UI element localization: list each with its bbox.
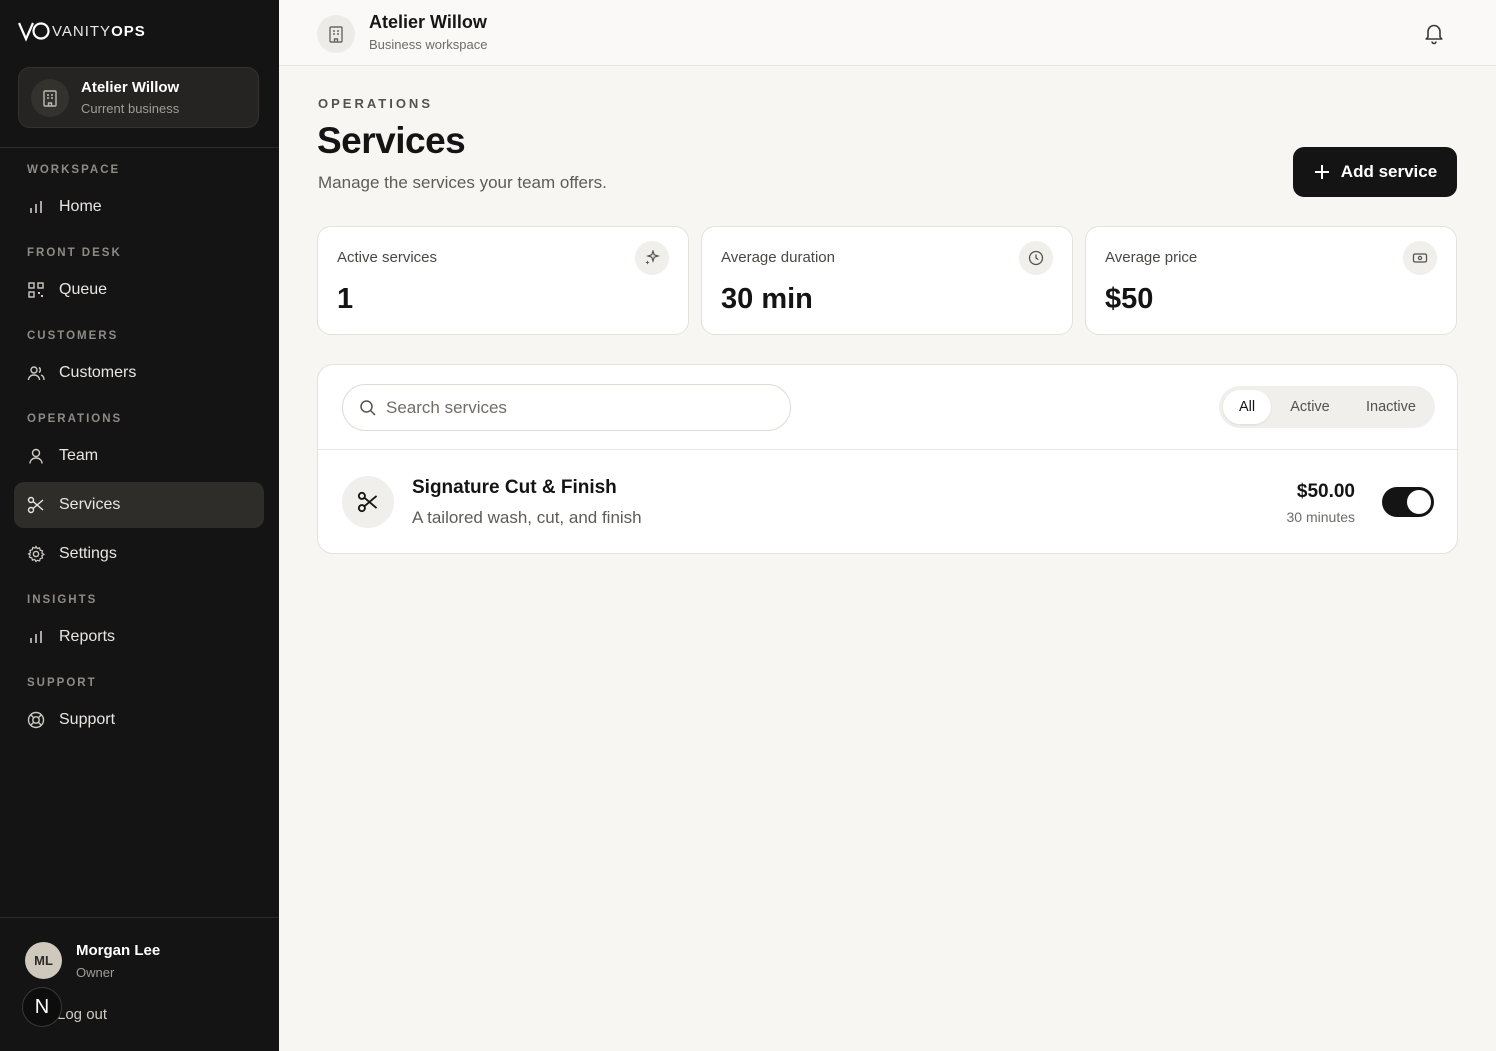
sparkle-icon: [635, 241, 669, 275]
business-subtitle: Current business: [81, 101, 180, 116]
sidebar-divider: [0, 147, 279, 148]
stat-card-average-price: Average price $50: [1085, 226, 1457, 335]
bar-chart-icon: [30, 631, 42, 643]
user-icon: [29, 448, 43, 464]
sidebar-item-label: Settings: [59, 545, 117, 562]
stat-card-average-duration: Average duration 30 min: [701, 226, 1073, 335]
business-name: Atelier Willow: [81, 79, 180, 96]
avatar: ML: [25, 942, 62, 979]
section-label-customers: CUSTOMERS: [27, 330, 119, 342]
section-label-operations: OPERATIONS: [27, 413, 123, 425]
search-field[interactable]: [342, 384, 791, 431]
sidebar-item-label: Home: [59, 198, 102, 215]
sidebar-item-queue[interactable]: Queue: [14, 267, 264, 313]
scissors-icon: [27, 496, 44, 514]
building-icon: [317, 15, 355, 53]
sidebar-item-support[interactable]: Support: [14, 697, 264, 743]
search-icon: [360, 400, 376, 416]
filter-active[interactable]: Active: [1277, 390, 1343, 424]
status-filter-group: All Active Inactive: [1219, 386, 1435, 428]
section-label-insights: INSIGHTS: [27, 594, 98, 606]
sidebar: VANITYOPS Atelier Willow Current busines…: [0, 0, 279, 1051]
sidebar-item-reports[interactable]: Reports: [14, 614, 264, 660]
filter-inactive[interactable]: Inactive: [1351, 390, 1431, 424]
users-icon: [27, 366, 45, 381]
service-description: A tailored wash, cut, and finish: [412, 508, 642, 527]
stat-label: Average price: [1105, 249, 1198, 266]
stat-value: 1: [337, 283, 354, 315]
workspace-subtitle: Business workspace: [369, 37, 488, 52]
stat-value: $50: [1105, 283, 1154, 315]
brand-logo[interactable]: VANITYOPS: [18, 20, 146, 42]
filter-all[interactable]: All: [1223, 390, 1271, 424]
banknote-icon: [1403, 241, 1437, 275]
sidebar-item-home[interactable]: Home: [14, 184, 264, 230]
user-role: Owner: [76, 965, 115, 980]
stat-card-active-services: Active services 1: [317, 226, 689, 335]
logout-link[interactable]: Log out: [57, 1006, 107, 1023]
service-duration: 30 minutes: [1286, 509, 1355, 525]
qr-grid-icon: [28, 282, 44, 298]
user-name: Morgan Lee: [76, 942, 161, 959]
section-label-workspace: WORKSPACE: [27, 164, 121, 176]
business-switcher[interactable]: Atelier Willow Current business: [18, 67, 259, 128]
panel-divider: [318, 449, 1457, 450]
workspace-title: Atelier Willow: [369, 12, 487, 32]
stat-label: Active services: [337, 249, 438, 266]
page-description: Manage the services your team offers.: [318, 173, 607, 192]
service-price: $50.00: [1296, 481, 1355, 502]
clock-icon: [1019, 241, 1053, 275]
logo-mark-icon: [18, 22, 50, 42]
sidebar-item-label: Customers: [59, 364, 137, 381]
bell-icon[interactable]: [1422, 21, 1446, 45]
service-active-toggle[interactable]: [1382, 487, 1434, 517]
add-service-button[interactable]: Add service: [1293, 147, 1457, 197]
sidebar-item-label: Queue: [59, 281, 108, 298]
gear-icon: [27, 545, 45, 563]
plus-icon: [1314, 165, 1329, 179]
page-title: Services: [317, 120, 466, 161]
scissors-icon: [342, 476, 394, 528]
stat-label: Average duration: [721, 249, 835, 266]
sidebar-item-label: Team: [59, 447, 99, 464]
lifebuoy-icon: [27, 711, 45, 729]
top-bar: Atelier Willow Business workspace: [279, 0, 1496, 66]
add-service-label: Add service: [1340, 162, 1438, 181]
sidebar-item-customers[interactable]: Customers: [14, 350, 264, 396]
toggle-knob: [1407, 490, 1431, 514]
section-label-support: SUPPORT: [27, 677, 97, 689]
section-label-front-desk: FRONT DESK: [27, 247, 122, 259]
sidebar-item-team[interactable]: Team: [14, 433, 264, 479]
bar-chart-icon: [30, 201, 42, 213]
sidebar-item-services[interactable]: Services: [14, 482, 264, 528]
sidebar-item-label: Services: [59, 496, 121, 513]
logo-wordmark: VANITYOPS: [52, 22, 146, 40]
sidebar-item-settings[interactable]: Settings: [14, 531, 264, 577]
sidebar-divider: [0, 917, 279, 918]
building-icon: [31, 79, 69, 117]
page-eyebrow: OPERATIONS: [318, 96, 433, 111]
service-name: Signature Cut & Finish: [412, 477, 617, 498]
stat-value: 30 min: [721, 283, 813, 315]
sidebar-item-label: Reports: [59, 628, 116, 645]
services-panel: All Active Inactive Signature Cut & Fini…: [317, 364, 1458, 554]
search-input[interactable]: [386, 395, 776, 421]
sidebar-item-label: Support: [59, 711, 116, 728]
n-badge-button[interactable]: N: [22, 987, 62, 1027]
